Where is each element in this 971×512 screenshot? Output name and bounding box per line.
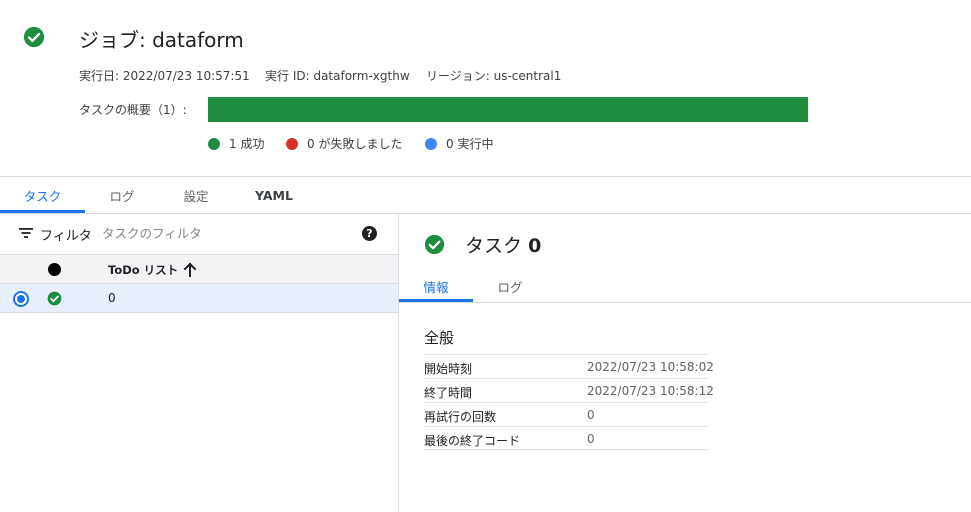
region: リージョン: us-central1 xyxy=(426,69,562,83)
task-summary-label: タスクの概要（1）: xyxy=(79,103,187,117)
pane-divider xyxy=(398,214,399,512)
legend-success-label: 1 成功 xyxy=(229,137,265,151)
task-progress-bar xyxy=(208,97,808,122)
running-dot-icon xyxy=(425,137,437,150)
info-row-exit-code: 最後の終了コード 0 xyxy=(423,426,709,450)
tab-yaml[interactable]: YAML xyxy=(243,177,305,213)
info-key: 開始時刻 xyxy=(424,362,473,376)
execution-date: 実行日: 2022/07/23 10:57:51 xyxy=(79,69,250,83)
main-tabs: タスク ログ 設定 YAML xyxy=(0,177,971,213)
info-key: 最後の終了コード xyxy=(424,434,521,448)
check-circle-icon xyxy=(424,234,445,255)
legend-failed: 0 が失敗しました xyxy=(286,135,402,152)
table-row[interactable]: 0 xyxy=(0,284,398,313)
page-title: ジョブ: dataform xyxy=(79,28,244,52)
arrow-up-icon[interactable] xyxy=(183,262,197,277)
failed-dot-icon xyxy=(286,137,298,150)
info-key: 再試行の回数 xyxy=(424,410,497,424)
info-key: 終了時間 xyxy=(424,386,473,400)
info-table: 開始時刻 2022/07/23 10:58:02 終了時間 2022/07/23… xyxy=(423,354,714,450)
success-dot-icon xyxy=(208,137,220,150)
progress-fill-success xyxy=(208,97,808,122)
check-circle-icon xyxy=(47,291,62,306)
legend-success: 1 成功 xyxy=(208,135,264,152)
task-filter-input[interactable] xyxy=(102,222,342,244)
legend-failed-label: 0 が失敗しました xyxy=(307,137,403,151)
task-title-number: 0 xyxy=(528,235,542,257)
filter-label[interactable]: フィルタ xyxy=(40,225,92,244)
legend-running: 0 実行中 xyxy=(425,135,493,152)
todo-list-column-header[interactable]: ToDo リスト xyxy=(108,262,178,278)
execution-id: 実行 ID: dataform-xgthw xyxy=(265,69,410,83)
row-radio-button[interactable] xyxy=(13,291,29,307)
tab-info[interactable]: 情報 xyxy=(399,270,473,302)
info-value: 0 xyxy=(587,408,595,422)
info-row-retry-count: 再試行の回数 0 xyxy=(423,402,709,426)
info-value: 2022/07/23 10:58:02 xyxy=(587,360,714,374)
filter-icon[interactable] xyxy=(19,227,33,239)
tab-tasks[interactable]: タスク xyxy=(0,177,85,213)
legend-running-label: 0 実行中 xyxy=(446,137,494,151)
info-value: 0 xyxy=(587,432,595,446)
info-value: 2022/07/23 10:58:12 xyxy=(587,384,714,398)
tab-task-logs[interactable]: ログ xyxy=(480,270,540,302)
task-detail-title: タスク 0 xyxy=(465,231,541,258)
section-title-general: 全般 xyxy=(424,329,455,347)
check-circle-icon xyxy=(23,26,45,48)
status-column-icon xyxy=(48,263,61,276)
info-row-start-time: 開始時刻 2022/07/23 10:58:02 xyxy=(423,354,714,378)
task-index: 0 xyxy=(108,291,116,305)
tab-settings[interactable]: 設定 xyxy=(166,177,226,213)
help-icon[interactable]: ? xyxy=(362,226,377,241)
info-row-end-time: 終了時間 2022/07/23 10:58:12 xyxy=(423,378,714,402)
task-title-prefix: タスク xyxy=(465,235,523,257)
table-header: ToDo リスト xyxy=(0,254,398,284)
tab-logs[interactable]: ログ xyxy=(92,177,152,213)
divider xyxy=(399,302,971,303)
